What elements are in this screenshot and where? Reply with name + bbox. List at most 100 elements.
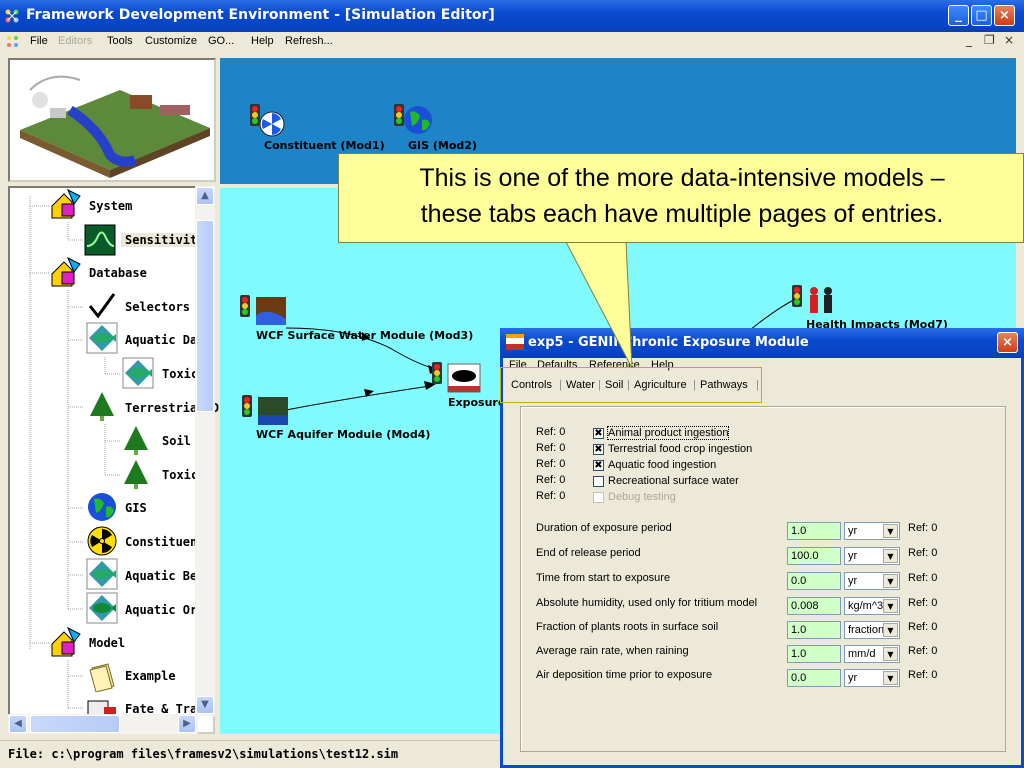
radiation-icon	[87, 526, 117, 556]
recreational-water-label[interactable]: Recreational surface water	[608, 475, 739, 487]
animal-product-label[interactable]: Animal product ingestion	[606, 426, 730, 440]
gis-module-icon[interactable]	[392, 102, 434, 138]
chevron-down-icon[interactable]: ▼	[883, 623, 898, 637]
tree-item-aquatic-organism[interactable]: Aquatic Org	[125, 603, 204, 617]
param-value-input[interactable]: 0.008	[787, 597, 841, 615]
tab-water[interactable]: Water	[566, 374, 595, 398]
tab-soil[interactable]: Soil	[605, 374, 623, 398]
surface-water-module-label: WCF Surface Water Module (Mod3)	[256, 329, 474, 342]
param-label: Absolute humidity, used only for tritium…	[536, 597, 758, 609]
param-unit-select[interactable]: fraction ▼	[844, 621, 900, 639]
param-label: Duration of exposure period	[536, 522, 672, 534]
param-value-input[interactable]: 0.0	[787, 669, 841, 687]
horizontal-scroll-thumb[interactable]	[30, 715, 120, 733]
scroll-left-icon[interactable]: ◀	[9, 715, 27, 733]
tab-separator: |	[627, 379, 630, 391]
param-ref: Ref: 0	[908, 621, 938, 633]
chevron-down-icon[interactable]: ▼	[883, 549, 898, 563]
param-label: Time from start to exposure	[536, 572, 671, 584]
scroll-up-icon[interactable]: ▲	[196, 187, 214, 205]
menu-help[interactable]: Help	[251, 35, 274, 47]
param-ref: Ref: 0	[908, 597, 938, 609]
scroll-down-icon[interactable]: ▼	[196, 696, 214, 714]
callout-pointer	[565, 240, 633, 369]
tree-icon	[87, 391, 117, 421]
tab-separator: |	[693, 379, 696, 391]
param-value-input[interactable]: 1.0	[787, 621, 841, 639]
menu-refresh[interactable]: Refresh...	[285, 35, 333, 47]
fish-icon	[86, 592, 118, 624]
terrestrial-crop-checkbox[interactable]: ✖	[593, 444, 604, 455]
scroll-thumb[interactable]	[196, 220, 214, 412]
aquifer-module-icon[interactable]	[240, 393, 290, 427]
chevron-down-icon[interactable]: ▼	[883, 524, 898, 538]
chevron-down-icon[interactable]: ▼	[883, 647, 898, 661]
tree-item-selectors[interactable]: Selectors	[125, 300, 190, 314]
mdi-minimize-icon[interactable]: _	[966, 33, 972, 47]
menu-go[interactable]: GO...	[208, 35, 234, 47]
tree-icon	[121, 459, 151, 489]
aquatic-food-checkbox[interactable]: ✖	[593, 460, 604, 471]
tab-agriculture[interactable]: Agriculture	[634, 374, 687, 398]
param-value-input[interactable]: 1.0	[787, 522, 841, 540]
minimize-button[interactable]: _	[948, 5, 969, 26]
param-ref: Ref: 0	[908, 572, 938, 584]
param-value-input[interactable]: 100.0	[787, 547, 841, 565]
callout-line-2: these tabs each have multiple pages of e…	[420, 200, 944, 228]
chevron-down-icon[interactable]: ▼	[883, 599, 898, 613]
param-unit-select[interactable]: yr ▼	[844, 547, 900, 565]
surface-water-module-icon[interactable]	[238, 293, 288, 327]
tree-item-aquatic-benthic[interactable]: Aquatic Ber	[125, 569, 204, 583]
system-shapes-icon	[51, 188, 81, 219]
tree-item-toxic-aquatic[interactable]: Toxic	[162, 367, 198, 381]
gis-module-label: GIS (Mod2)	[408, 139, 477, 152]
maximize-button[interactable]: □	[971, 5, 992, 26]
param-value-input[interactable]: 1.0	[787, 645, 841, 663]
close-icon: ×	[1002, 335, 1013, 350]
recreational-water-checkbox[interactable]	[593, 476, 604, 487]
tree-item-example[interactable]: Example	[125, 669, 176, 683]
tab-pathways[interactable]: Pathways	[700, 374, 748, 398]
chevron-down-icon[interactable]: ▼	[883, 574, 898, 588]
tree-item-aquatic-data[interactable]: Aquatic Dat	[125, 333, 204, 347]
mdi-restore-icon[interactable]: ❐	[984, 33, 995, 47]
sensitivity-graph-icon	[84, 224, 116, 256]
fish-icon	[122, 357, 154, 389]
tree-item-toxic-terrestrial[interactable]: Toxic	[162, 468, 198, 482]
param-unit-select[interactable]: kg/m^3 ▼	[844, 597, 900, 615]
tab-controls[interactable]: Controls	[511, 374, 552, 398]
constituent-module-icon[interactable]	[248, 102, 286, 138]
scroll-right-icon[interactable]: ▶	[178, 715, 196, 733]
animal-product-checkbox[interactable]: ✖	[593, 428, 604, 439]
close-button[interactable]: ×	[994, 5, 1015, 26]
dialog-close-button[interactable]: ×	[997, 332, 1018, 353]
param-label: Air deposition time prior to exposure	[536, 669, 713, 681]
aquatic-food-label[interactable]: Aquatic food ingestion	[608, 459, 716, 471]
param-value-input[interactable]: 0.0	[787, 572, 841, 590]
maximize-icon: □	[975, 8, 988, 23]
tree-item-database[interactable]: Database	[89, 266, 147, 280]
check-ref: Ref: 0	[536, 442, 566, 454]
param-ref: Ref: 0	[908, 645, 938, 657]
unit-value: mm/d	[848, 648, 876, 660]
mdi-close-icon[interactable]: ×	[1004, 33, 1014, 47]
tree-item-system[interactable]: System	[89, 199, 132, 213]
param-unit-select[interactable]: yr ▼	[844, 572, 900, 590]
terrestrial-crop-label[interactable]: Terrestrial food crop ingestion	[608, 443, 752, 455]
tree-horizontal-scrollbar[interactable]: ◀ ▶	[8, 714, 198, 734]
debug-testing-checkbox	[593, 492, 604, 503]
callout-text: This is one of the more data-intensive m…	[339, 160, 1024, 232]
tree-item-model[interactable]: Model	[89, 636, 125, 650]
tab-separator: |	[756, 379, 759, 391]
folder-icon	[89, 663, 115, 692]
health-impacts-module-icon[interactable]	[790, 283, 840, 317]
constituent-module-label: Constituent (Mod1)	[264, 139, 385, 152]
exposure-module-icon[interactable]	[430, 360, 482, 394]
tree-vertical-scrollbar[interactable]: ▲ ▼	[195, 186, 215, 716]
param-unit-select[interactable]: mm/d ▼	[844, 645, 900, 663]
param-unit-select[interactable]: yr ▼	[844, 522, 900, 540]
param-unit-select[interactable]: yr ▼	[844, 669, 900, 687]
chevron-down-icon[interactable]: ▼	[883, 671, 898, 685]
tree-item-constituent[interactable]: Constituent	[125, 535, 204, 549]
tree-item-gis[interactable]: GIS	[125, 501, 147, 515]
